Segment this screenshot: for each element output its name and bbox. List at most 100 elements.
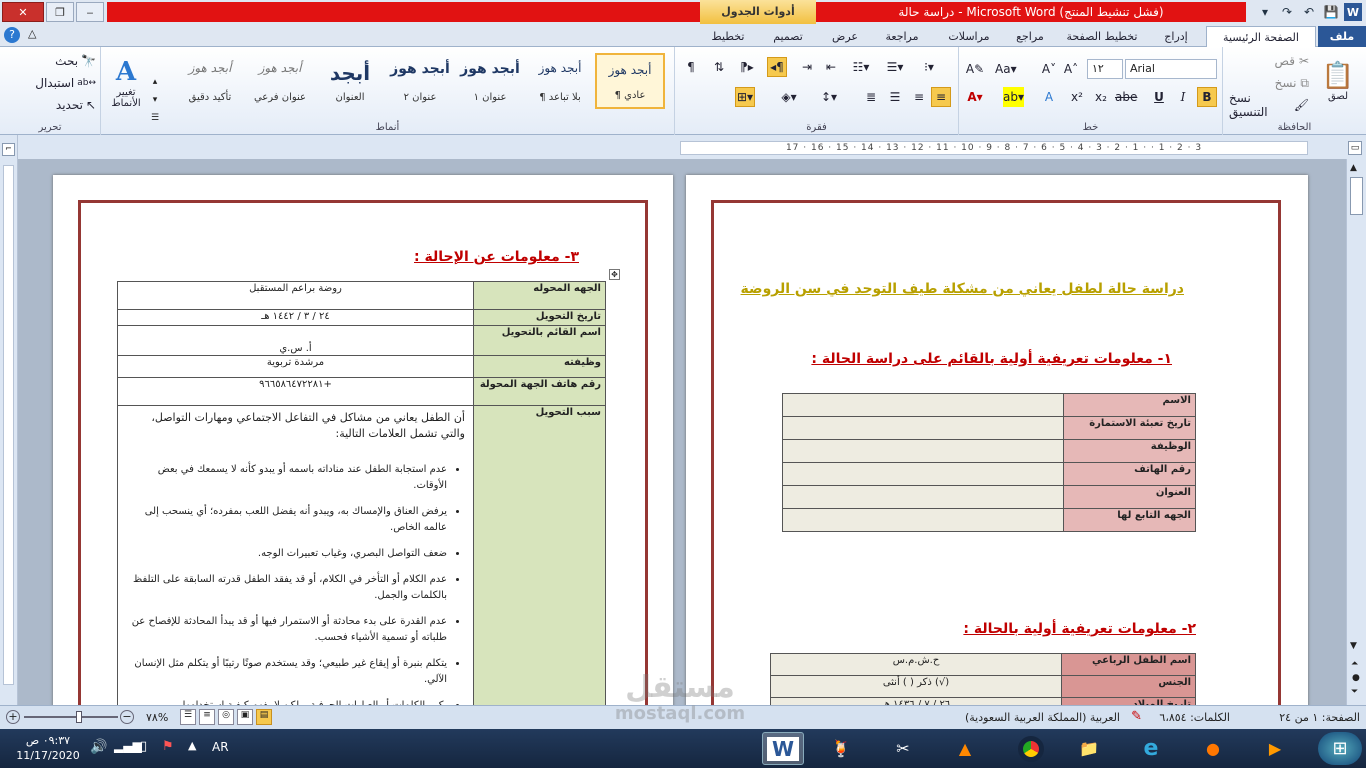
zoom-out-icon[interactable]: −: [120, 710, 134, 724]
align-center-icon[interactable]: ≡: [909, 87, 929, 107]
field-value[interactable]: أ. س.ي: [117, 325, 474, 356]
style-4[interactable]: أبجد هوز عنوان ٢: [385, 53, 455, 109]
help-icon[interactable]: ?: [4, 27, 20, 43]
style-3[interactable]: أبجد هوز عنوان ١: [455, 53, 525, 109]
zoom-in-icon[interactable]: +: [6, 710, 20, 724]
taskbar-ie-icon[interactable]: e: [1130, 732, 1172, 765]
taskbar-word[interactable]: W: [762, 732, 804, 765]
font-color-icon[interactable]: A▾: [965, 87, 985, 107]
zoom-level[interactable]: ٧٨%: [146, 711, 168, 724]
paste-button[interactable]: 📋 لصق: [1315, 51, 1361, 111]
web-view-icon[interactable]: ◎: [218, 709, 234, 725]
field-value[interactable]: [782, 462, 1064, 486]
field-value[interactable]: ٢٦ / ٧ / ١٤٣٦ هـ: [770, 697, 1062, 705]
format-painter-button[interactable]: نسخ التنسيق 🖌: [1229, 91, 1309, 119]
highlight-icon[interactable]: ab▾: [1003, 87, 1024, 107]
style-7[interactable]: أبجد هوز تأكيد دقيق: [175, 53, 245, 109]
line-spacing-icon[interactable]: ↕▾: [819, 87, 839, 107]
taskbar-app-icon[interactable]: ✂: [882, 732, 924, 765]
taskbar-app-icon[interactable]: 🍹: [820, 732, 862, 765]
field-value[interactable]: [782, 508, 1064, 532]
taskbar-vlc-icon[interactable]: ▲: [944, 732, 986, 765]
field-value[interactable]: (√) ذكر ( ) أنثى: [770, 675, 1062, 698]
subscript-icon[interactable]: x₂: [1091, 87, 1111, 107]
shading-icon[interactable]: ◈▾: [779, 87, 799, 107]
taskbar-firefox-icon[interactable]: ●: [1192, 732, 1234, 765]
tab-insert[interactable]: إدراج: [1150, 26, 1202, 47]
zoom-slider[interactable]: [24, 716, 118, 718]
change-styles-button[interactable]: A تغيير الأنماط: [103, 51, 149, 115]
redo-icon[interactable]: ↷: [1278, 3, 1296, 21]
tab-home[interactable]: الصفحة الرئيسية: [1206, 26, 1316, 47]
close-icon[interactable]: ✕: [2, 2, 44, 22]
bold-button[interactable]: B: [1197, 87, 1217, 107]
superscript-icon[interactable]: x²: [1067, 87, 1087, 107]
field-value[interactable]: ح.ش.م.س: [770, 653, 1062, 676]
clear-format-icon[interactable]: A✎: [965, 59, 985, 79]
increase-indent-icon[interactable]: ⇥: [797, 57, 817, 77]
table-move-handle[interactable]: ✥: [609, 269, 620, 280]
multilevel-list-icon[interactable]: ☷▾: [851, 57, 871, 77]
minimize-icon[interactable]: ‒: [76, 2, 104, 22]
replace-button[interactable]: استبدال ab↔: [28, 73, 96, 93]
tab-design[interactable]: تصميم: [760, 26, 816, 47]
field-value[interactable]: [782, 393, 1064, 417]
decrease-indent-icon[interactable]: ⇤: [821, 57, 841, 77]
prev-page-icon[interactable]: ⏶: [1351, 659, 1358, 669]
vertical-scrollbar[interactable]: ▲ ▼ ⏶ ● ⏷: [1346, 159, 1366, 705]
tab-review[interactable]: مراجعة: [872, 26, 932, 47]
zoom-slider-thumb[interactable]: [76, 711, 82, 723]
outline-view-icon[interactable]: ≡: [199, 709, 215, 725]
signal-icon[interactable]: ▂▄▆: [114, 739, 142, 753]
underline-button[interactable]: U: [1149, 87, 1169, 107]
tray-expand-icon[interactable]: ▲: [188, 739, 196, 752]
font-name-box[interactable]: Arial: [1125, 59, 1217, 79]
field-value[interactable]: +٩٦٦٥٨٦٤٧٢٢٨١: [117, 377, 474, 406]
draft-view-icon[interactable]: ☰: [180, 709, 196, 725]
customize-toolbar-icon[interactable]: ▾: [1256, 3, 1274, 21]
change-case-icon[interactable]: Aa▾: [995, 59, 1017, 79]
field-value[interactable]: [782, 485, 1064, 509]
style-6[interactable]: أبجد هوز عنوان فرعي: [245, 53, 315, 109]
italic-button[interactable]: I: [1173, 87, 1193, 107]
scroll-down-icon[interactable]: ▼: [1350, 641, 1357, 651]
shrink-font-icon[interactable]: A˅: [1039, 59, 1059, 79]
bullets-icon[interactable]: ⁝▾: [919, 57, 939, 77]
restore-icon[interactable]: ❐: [46, 2, 74, 22]
field-value[interactable]: ٢٤ / ٣ / ١٤٤٢ هـ: [117, 309, 474, 326]
field-value[interactable]: روضة براعم المستقبل: [117, 281, 474, 310]
tab-mailings[interactable]: مراسلات: [936, 26, 1002, 47]
text-effects-icon[interactable]: A: [1039, 87, 1059, 107]
find-button[interactable]: بحث 🔭: [36, 51, 96, 71]
select-button[interactable]: تحديد ↖: [32, 95, 96, 115]
undo-icon[interactable]: ↶: [1300, 3, 1318, 21]
field-value[interactable]: مرشدة تربوية: [117, 355, 474, 378]
style-5[interactable]: أبجد العنوان: [315, 53, 385, 109]
grow-font-icon[interactable]: A˄: [1061, 59, 1081, 79]
sort-icon[interactable]: ⇅: [709, 57, 729, 77]
justify-icon[interactable]: ≣: [861, 87, 881, 107]
taskbar-chrome-icon[interactable]: [1010, 732, 1052, 765]
browse-object-icon[interactable]: ●: [1352, 673, 1360, 683]
start-button[interactable]: ⊞: [1318, 732, 1362, 765]
tab-layout[interactable]: تخطيط: [700, 26, 756, 47]
taskbar-folder-icon[interactable]: 📁: [1068, 732, 1110, 765]
field-value[interactable]: أن الطفل يعاني من مشاكل في التفاعل الاجت…: [117, 405, 474, 705]
align-left-icon[interactable]: ☰: [885, 87, 905, 107]
field-value[interactable]: [782, 416, 1064, 440]
taskbar-clock[interactable]: ٠٩:٣٧ ص 11/17/2020: [10, 733, 86, 763]
full-screen-view-icon[interactable]: ▣: [237, 709, 253, 725]
align-right-icon[interactable]: ≡: [931, 87, 951, 107]
proofing-icon[interactable]: ✎: [1131, 709, 1142, 724]
battery-icon[interactable]: ▯: [140, 739, 147, 754]
scroll-up-icon[interactable]: ▲: [1350, 163, 1357, 173]
flag-icon[interactable]: ⚑: [162, 739, 174, 754]
copy-button[interactable]: نسخ ⧉: [1249, 73, 1309, 93]
tab-page-layout[interactable]: تخطيط الصفحة: [1058, 26, 1146, 47]
field-value[interactable]: [782, 439, 1064, 463]
word-app-icon[interactable]: W: [1344, 3, 1362, 21]
taskbar-media-icon[interactable]: ▶: [1254, 732, 1296, 765]
horizontal-ruler[interactable]: 17 · 16 · 15 · 14 · 13 · 12 · 11 · 10 · …: [680, 141, 1308, 155]
tab-view[interactable]: عرض: [820, 26, 870, 47]
show-marks-icon[interactable]: ¶: [681, 57, 701, 77]
